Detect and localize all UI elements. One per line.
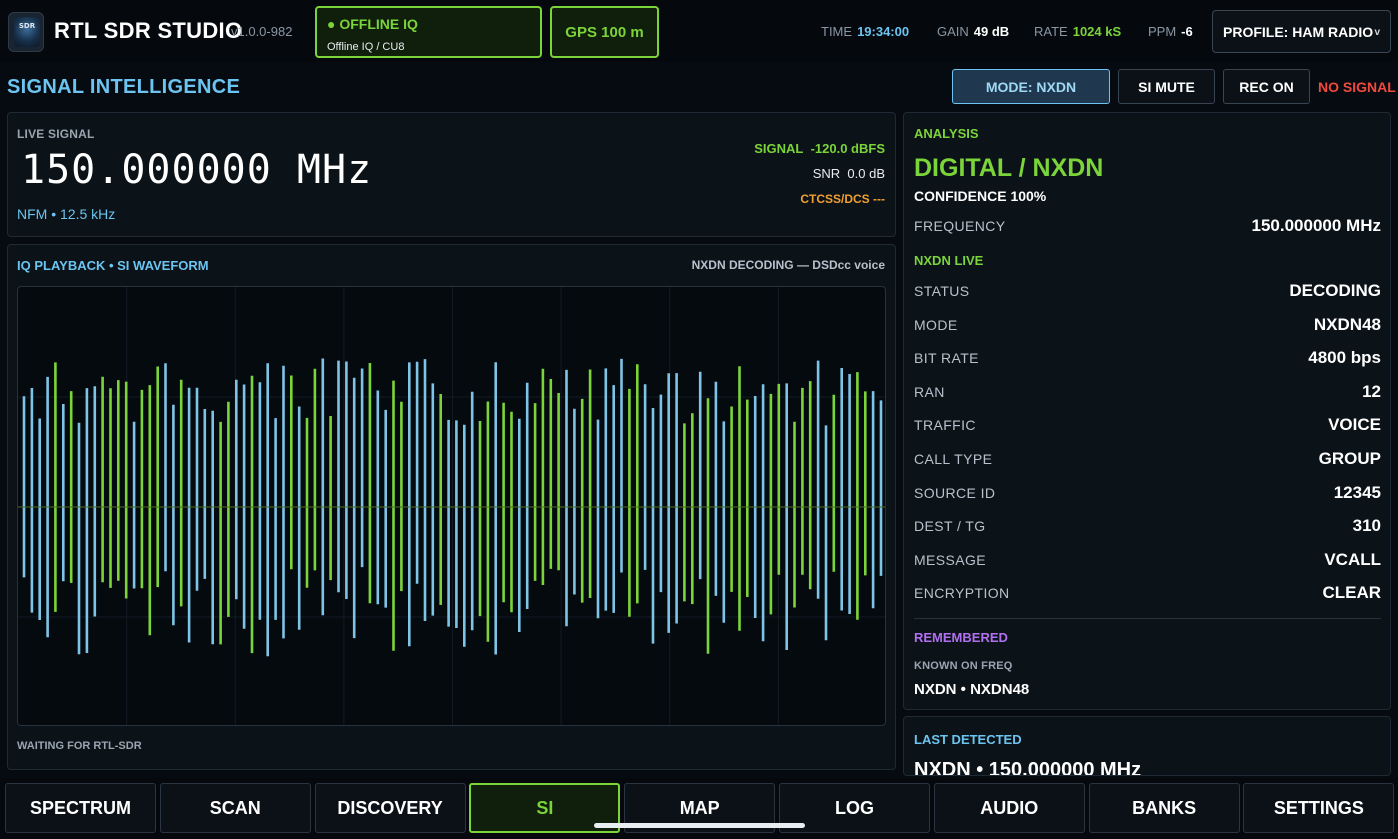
app-title: RTL SDR STUDIO xyxy=(54,18,243,43)
signal-level: SIGNAL -120.0 dBFS xyxy=(754,141,885,156)
mode-button[interactable]: MODE: NXDN xyxy=(952,69,1110,104)
classification-label: DIGITAL / NXDN xyxy=(914,154,1104,182)
waveform-footer: WAITING FOR RTL-SDR xyxy=(17,740,142,752)
waveform-plot xyxy=(18,287,885,725)
frequency-row-label: FREQUENCY xyxy=(914,218,1006,234)
nav-tab-audio[interactable]: AUDIO xyxy=(933,783,1085,833)
live-frequency: 150.000000 MHz xyxy=(21,147,373,193)
live-signal-label: LIVE SIGNAL xyxy=(17,127,95,141)
bottom-nav: SPECTRUM SCAN DISCOVERY SI MAP LOG AUDIO BANKS S… xyxy=(0,778,1398,839)
page-title: SIGNAL INTELLIGENCE xyxy=(7,76,241,98)
source-status-label: ● OFFLINE IQ xyxy=(327,16,418,32)
rec-on-button[interactable]: REC ON xyxy=(1223,69,1310,104)
signal-status-label: NO SIGNAL xyxy=(1318,79,1396,95)
nav-tab-settings[interactable]: SETTINGS xyxy=(1243,783,1395,833)
analysis-row-label: CALL TYPE xyxy=(914,451,993,467)
analysis-row-value: 4800 bps xyxy=(1308,348,1381,367)
waveform-display xyxy=(17,286,886,726)
si-mute-button[interactable]: SI MUTE xyxy=(1118,69,1215,104)
analysis-row-value: DECODING xyxy=(1289,281,1381,300)
analysis-row-value: NXDN48 xyxy=(1313,315,1381,334)
known-on-freq-label: KNOWN ON FREQ xyxy=(914,660,1013,672)
analysis-row-value: CLEAR xyxy=(1322,583,1381,602)
frequency-row-value: 150.000000 MHz xyxy=(1251,216,1381,235)
nav-tab-banks[interactable]: BANKS xyxy=(1088,783,1240,833)
analysis-row-label: TRAFFIC xyxy=(914,417,976,433)
source-status-button[interactable]: ● OFFLINE IQ Offline IQ / CU8 xyxy=(315,6,542,58)
decoder-label: NXDN DECODING — DSDcc voice xyxy=(691,258,885,272)
ppm-stat: PPM -6 xyxy=(1148,24,1193,39)
top-bar: SDR RTL SDR STUDIO v1.0.0-982 ● OFFLINE … xyxy=(0,0,1398,62)
analysis-heading: ANALYSIS xyxy=(914,126,979,141)
ctcss-label: CTCSS/DCS --- xyxy=(800,192,885,206)
analysis-row-value: GROUP xyxy=(1318,449,1381,468)
snr-level: SNR 0.0 dB xyxy=(812,166,885,181)
analysis-row-label: ENCRYPTION xyxy=(914,585,1010,601)
time-stat: TIME 19:34:00 xyxy=(821,24,910,39)
analysis-row-label: DEST / TG xyxy=(914,518,986,534)
analysis-row-label: MODE xyxy=(914,317,958,333)
nav-tab-discovery[interactable]: DISCOVERY xyxy=(314,783,466,833)
analysis-row-label: STATUS xyxy=(914,283,970,299)
nav-tab-spectrum[interactable]: SPECTRUM xyxy=(5,783,156,833)
last-detected-heading: LAST DETECTED xyxy=(914,732,1022,747)
known-on-freq-value: NXDN • NXDN48 xyxy=(914,681,1030,698)
rate-stat: RATE 1024 kS xyxy=(1034,24,1122,39)
mode-bandwidth-label: NFM • 12.5 kHz xyxy=(17,206,116,222)
divider xyxy=(914,618,1381,619)
nxdn-live-heading: NXDN LIVE xyxy=(914,253,984,268)
app-root: SDR RTL SDR STUDIO v1.0.0-982 ● OFFLINE … xyxy=(0,0,1398,839)
analysis-row-label: BIT RATE xyxy=(914,350,979,366)
waveform-title: IQ PLAYBACK • SI WAVEFORM xyxy=(17,258,209,273)
analysis-row-value: 12345 xyxy=(1333,483,1381,502)
analysis-row-value: 310 xyxy=(1352,516,1381,535)
chevron-down-icon: v xyxy=(1374,27,1380,38)
gain-stat: GAIN 49 dB xyxy=(937,24,1010,39)
analysis-row-value: 12 xyxy=(1362,382,1381,401)
remembered-heading: REMEMBERED xyxy=(914,630,1008,645)
last-detected-panel: LAST DETECTED NXDN • 150.000000 MHz xyxy=(903,716,1391,776)
analysis-row-value: VOICE xyxy=(1328,415,1381,434)
profile-dropdown[interactable]: PROFILE: HAM RADIO v xyxy=(1212,10,1391,53)
last-detected-value: NXDN • 150.000000 MHz xyxy=(914,759,1142,776)
profile-label: PROFILE: HAM RADIO xyxy=(1223,23,1374,40)
app-logo-icon: SDR xyxy=(8,12,44,52)
nav-tab-scan[interactable]: SCAN xyxy=(159,783,311,833)
analysis-row-label: SOURCE ID xyxy=(914,485,996,501)
gps-button[interactable]: GPS 100 m xyxy=(550,6,659,58)
analysis-row-label: MESSAGE xyxy=(914,552,987,568)
source-detail-label: Offline IQ / CU8 xyxy=(327,41,405,53)
home-indicator[interactable] xyxy=(594,823,805,828)
analysis-row-value: VCALL xyxy=(1324,550,1381,569)
analysis-row-label: RAN xyxy=(914,384,945,400)
app-version: v1.0.0-982 xyxy=(231,24,293,39)
confidence-label: CONFIDENCE 100% xyxy=(914,188,1047,204)
